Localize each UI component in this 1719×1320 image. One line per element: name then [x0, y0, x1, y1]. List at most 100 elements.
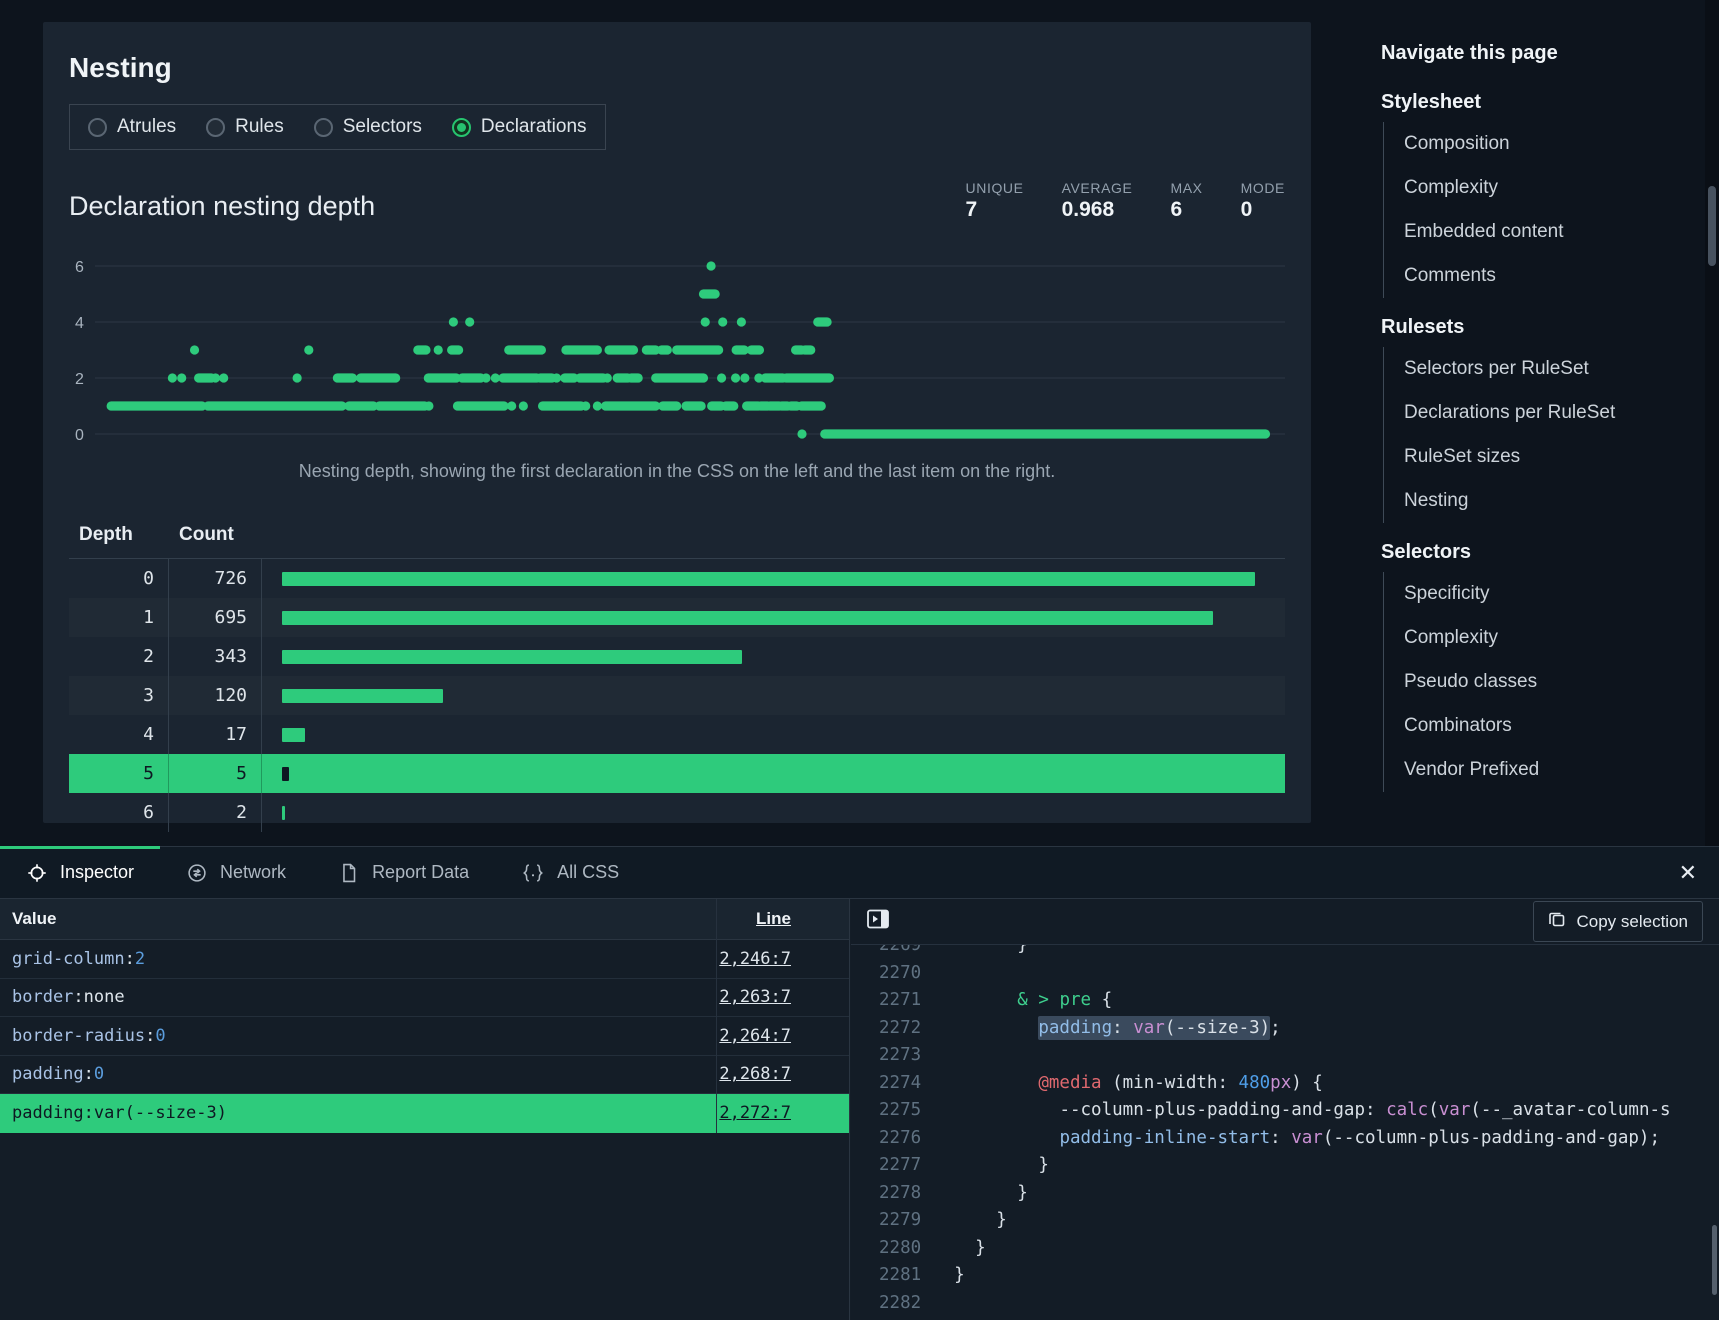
code-text: padding: var(--size-3); [907, 1015, 1281, 1043]
stat-label: MAX [1170, 180, 1202, 196]
inspector-panel: InspectorNetworkReport DataAll CSS✕ Valu… [0, 846, 1719, 1320]
table-row-depth-5[interactable]: 55 [69, 754, 1285, 793]
code-viewer-pane: Copy selection 2269 }22702271 & > pre {2… [851, 899, 1719, 1320]
tab-report-data[interactable]: Report Data [312, 847, 495, 898]
sidebar-item-vendor-prefixed[interactable]: Vendor Prefixed [1404, 748, 1681, 792]
tab-inspector[interactable]: Inspector [0, 847, 160, 898]
code-line-2272: 2272 padding: var(--size-3); [851, 1015, 1719, 1043]
sidebar-item-comments[interactable]: Comments [1404, 254, 1681, 298]
column-divider [716, 899, 717, 1133]
code-scrollbar-thumb[interactable] [1712, 1225, 1717, 1295]
value-table-row[interactable]: padding: var(--size-3)2,272:7 [0, 1094, 849, 1133]
code-toolbar: Copy selection [851, 899, 1719, 945]
filter-radio-rules[interactable]: Rules [206, 116, 284, 138]
filter-radio-atrules[interactable]: Atrules [88, 116, 176, 138]
svg-text:6: 6 [75, 259, 84, 276]
sidebar-item-nesting[interactable]: Nesting [1404, 479, 1681, 523]
chart-caption: Nesting depth, showing the first declara… [69, 461, 1285, 482]
depth-cell: 5 [69, 754, 169, 793]
table-row-depth-2[interactable]: 2343 [69, 637, 1285, 676]
bar-cell [262, 572, 1285, 586]
table-row-depth-4[interactable]: 417 [69, 715, 1285, 754]
depth-count-table: Depth Count 07261695234331204175562 [69, 524, 1285, 832]
chart-section-header: Declaration nesting depth UNIQUE7AVERAGE… [69, 180, 1285, 222]
value-table-row[interactable]: border: none2,263:7 [0, 979, 849, 1018]
bar-cell [262, 806, 1285, 820]
sidebar-section-selectors: Selectors SpecificityComplexityPseudo cla… [1381, 541, 1681, 792]
line-number: 2274 [851, 1070, 907, 1098]
table-row-depth-6[interactable]: 62 [69, 793, 1285, 832]
line-link[interactable]: 2,272:7 [719, 1103, 791, 1123]
value-table-row[interactable]: border-radius: 02,264:7 [0, 1017, 849, 1056]
code-line-2269: 2269 } [851, 945, 1719, 960]
sidebar-item-complexity[interactable]: Complexity [1404, 166, 1681, 210]
colon: : [145, 1026, 155, 1046]
close-icon[interactable]: ✕ [1679, 847, 1697, 898]
sidebar-section-heading: Selectors [1381, 541, 1681, 564]
radio-icon [452, 118, 471, 137]
code-text: } [907, 945, 1028, 960]
code-area[interactable]: 2269 }22702271 & > pre {2272 padding: va… [851, 945, 1719, 1320]
value-table-row[interactable]: grid-column: 22,246:7 [0, 940, 849, 979]
code-text: } [907, 1152, 1049, 1180]
line-number: 2272 [851, 1015, 907, 1043]
sidebar-title: Navigate this page [1381, 42, 1681, 65]
count-cell: 343 [169, 637, 262, 676]
line-number: 2278 [851, 1180, 907, 1208]
svg-text:2: 2 [75, 371, 84, 388]
sidebar-item-pseudo-classes[interactable]: Pseudo classes [1404, 660, 1681, 704]
tab-label: Report Data [372, 862, 469, 883]
css-property: padding [12, 1064, 84, 1084]
value-table-row[interactable]: padding: 02,268:7 [0, 1056, 849, 1095]
line-number: 2277 [851, 1152, 907, 1180]
stat-unique: UNIQUE7 [966, 180, 1024, 222]
code-text: } [907, 1180, 1028, 1208]
stat-value: 0 [1241, 198, 1285, 222]
count-bar [282, 572, 1255, 586]
page-scrollbar-thumb[interactable] [1708, 186, 1716, 266]
line-number: 2271 [851, 987, 907, 1015]
sidebar-item-combinators[interactable]: Combinators [1404, 704, 1681, 748]
line-number: 2273 [851, 1042, 907, 1070]
panel-toggle-icon[interactable] [865, 906, 891, 937]
chart-title: Declaration nesting depth [69, 191, 375, 222]
colon: : [84, 1064, 94, 1084]
line-link[interactable]: 2,264:7 [719, 1026, 791, 1046]
filter-radio-declarations[interactable]: Declarations [452, 116, 587, 138]
nesting-depth-chart: 6420 Nesting depth, showing the first de… [69, 250, 1285, 482]
copy-selection-button[interactable]: Copy selection [1533, 901, 1703, 942]
line-number: 2281 [851, 1262, 907, 1290]
sidebar-item-declarations-per-ruleset[interactable]: Declarations per RuleSet [1404, 391, 1681, 435]
tab-network[interactable]: Network [160, 847, 312, 898]
count-bar [282, 767, 289, 781]
sidebar-item-ruleset-sizes[interactable]: RuleSet sizes [1404, 435, 1681, 479]
line-link[interactable]: 2,268:7 [719, 1064, 791, 1084]
sidebar-item-specificity[interactable]: Specificity [1404, 572, 1681, 616]
table-row-depth-0[interactable]: 0726 [69, 559, 1285, 598]
table-row-depth-3[interactable]: 3120 [69, 676, 1285, 715]
table-row-depth-1[interactable]: 1695 [69, 598, 1285, 637]
code-line-2278: 2278 } [851, 1180, 1719, 1208]
radio-icon [314, 118, 333, 137]
css-value: 0 [155, 1026, 165, 1046]
tab-all-css[interactable]: All CSS [495, 847, 645, 898]
css-property: padding [12, 1103, 84, 1123]
sidebar-item-embedded-content[interactable]: Embedded content [1404, 210, 1681, 254]
filter-label: Rules [235, 116, 284, 138]
sidebar-item-complexity[interactable]: Complexity [1404, 616, 1681, 660]
filter-radio-selectors[interactable]: Selectors [314, 116, 422, 138]
sidebar-item-composition[interactable]: Composition [1404, 122, 1681, 166]
sidebar-item-selectors-per-ruleset[interactable]: Selectors per RuleSet [1404, 347, 1681, 391]
code-text [907, 960, 933, 988]
css-value: none [84, 987, 125, 1007]
code-text: padding-inline-start: var(--column-plus-… [907, 1125, 1660, 1153]
line-column-header[interactable]: Line [756, 909, 791, 929]
filter-label: Declarations [481, 116, 587, 138]
code-text: } [907, 1262, 965, 1290]
chart-stats: UNIQUE7AVERAGE0.968MAX6MODE0 [966, 180, 1285, 222]
svg-text:0: 0 [75, 427, 84, 444]
line-link[interactable]: 2,263:7 [719, 987, 791, 1007]
code-line-2274: 2274 @media (min-width: 480px) { [851, 1070, 1719, 1098]
depth-cell: 6 [69, 793, 169, 832]
line-link[interactable]: 2,246:7 [719, 949, 791, 969]
